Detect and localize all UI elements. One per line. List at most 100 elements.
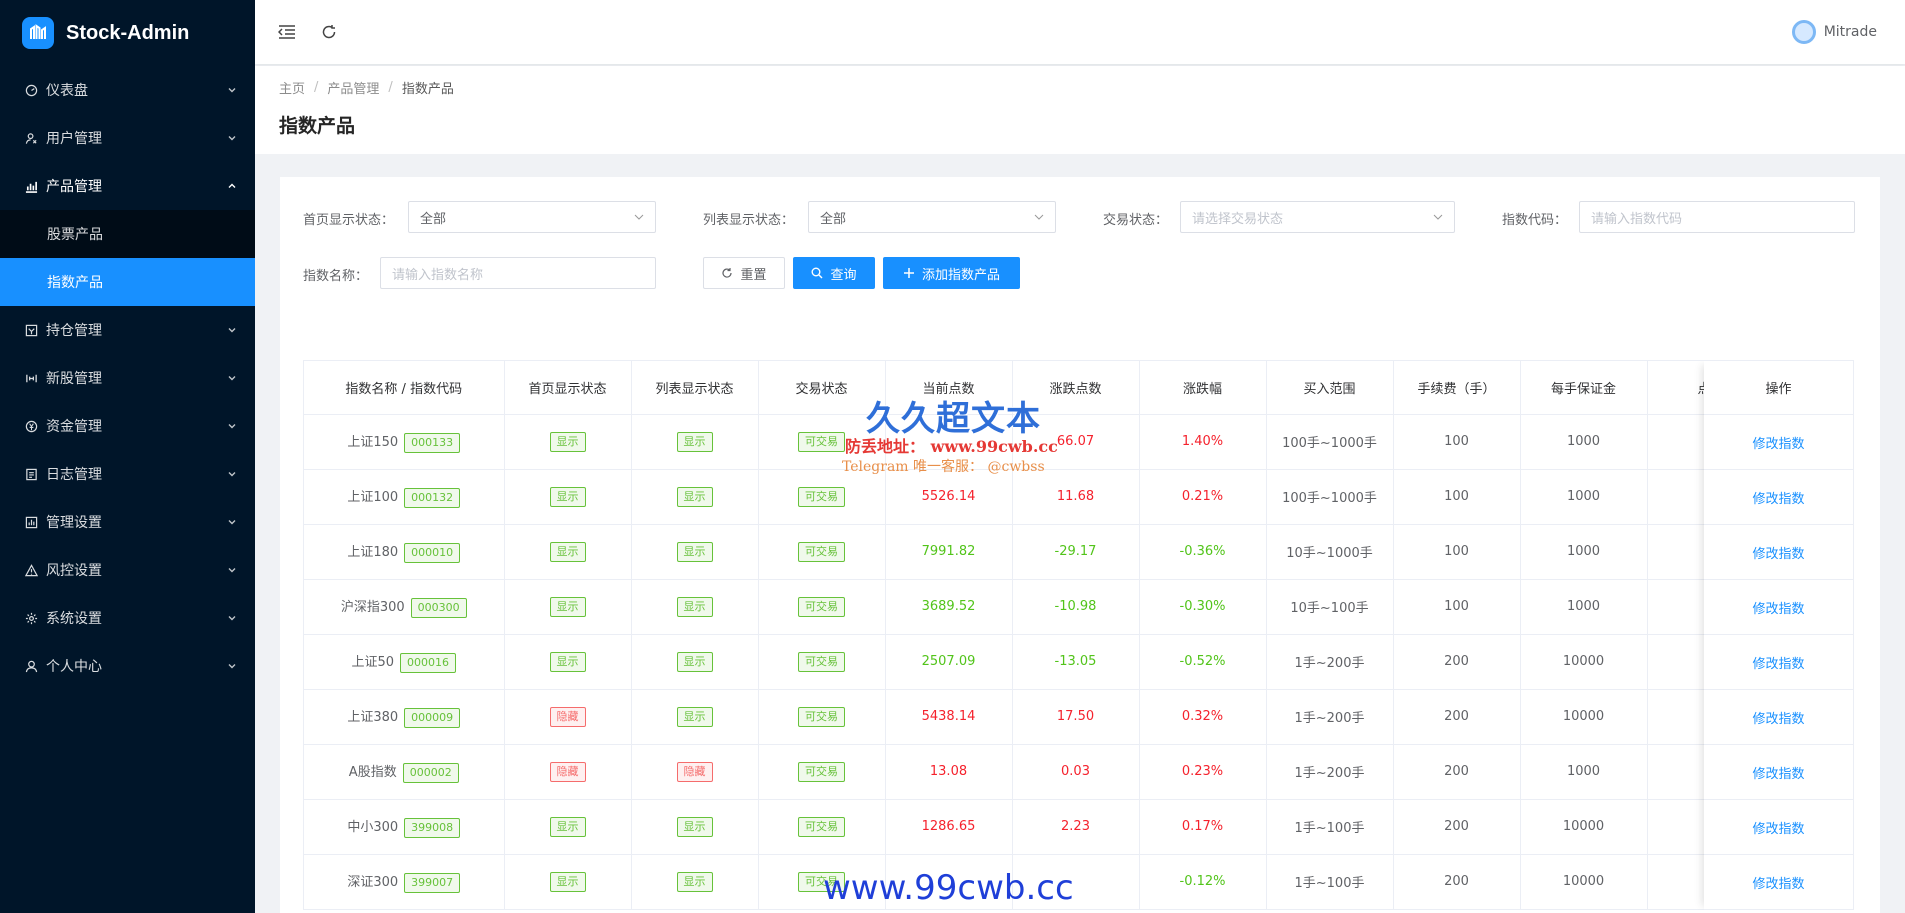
list-status-cell: 显示 [631, 799, 759, 855]
operation-cell: 修改指数 [1704, 800, 1853, 855]
index-name-input[interactable]: 请输入指数名称 [380, 257, 656, 289]
person-icon [24, 659, 38, 673]
change-percent-cell: 0.17% [1139, 799, 1267, 855]
sidebar-item[interactable]: 仪表盘 [0, 66, 255, 114]
sidebar-item[interactable]: 个人中心 [0, 642, 255, 690]
operation-cell: 修改指数 [1704, 635, 1853, 690]
user-manage-icon [24, 131, 38, 145]
sidebar-item[interactable]: 产品管理 [0, 162, 255, 210]
fee-cell: 200 [1393, 744, 1521, 800]
home-status-select[interactable]: 全部 [408, 201, 656, 233]
buy-range-cell: 100手~1000手 [1266, 414, 1394, 470]
sidebar-item-label: 个人中心 [46, 659, 102, 675]
edit-index-link[interactable]: 修改指数 [1752, 488, 1804, 507]
table-row: 上证150 000133 显示 显示 可交易 66.07 1.40% 100手~1000手 10… [304, 414, 1853, 470]
brand[interactable]: Stock-Admin [0, 0, 255, 66]
page-title: 指数产品 [279, 115, 356, 137]
change-points-cell: -10.98 [1012, 579, 1140, 635]
table-row: 中小300 399008 显示 显示 可交易 1286.65 2.23 0.17% 1手~100… [304, 799, 1853, 855]
sidebar-item[interactable]: 持仓管理 [0, 306, 255, 354]
index-name: 上证100 [347, 489, 399, 505]
user-menu[interactable]: Mitrade [1791, 20, 1877, 44]
sidebar-submenu: 股票产品 指数产品 [0, 210, 255, 306]
column-header: 首页显示状态 [504, 361, 632, 415]
edit-index-link[interactable]: 修改指数 [1752, 433, 1804, 452]
index-code-tag: 399007 [404, 872, 461, 893]
position-icon [24, 323, 38, 337]
sidebar-item[interactable]: 资金管理 [0, 402, 255, 450]
index-code-tag: 000132 [404, 487, 461, 508]
home-status-cell: 隐藏 [504, 744, 632, 800]
reset-button[interactable]: 重置 [703, 257, 785, 289]
current-price-cell: 5526.14 [885, 469, 1013, 525]
sidebar-item[interactable]: 系统设置 [0, 594, 255, 642]
index-name: 上证380 [347, 709, 399, 725]
refresh-icon[interactable] [319, 22, 339, 42]
list-status-cell: 显示 [631, 689, 759, 745]
column-header: 指数名称 / 指数代码 [304, 361, 505, 415]
add-index-button[interactable]: 添加指数产品 [883, 257, 1020, 289]
name-cell: 上证100 000132 [304, 469, 505, 525]
sidebar-item[interactable]: 日志管理 [0, 450, 255, 498]
margin-cell: 10000 [1520, 634, 1648, 690]
edit-index-link[interactable]: 修改指数 [1752, 818, 1804, 837]
list-status-tag: 显示 [676, 871, 713, 892]
breadcrumb-parent[interactable]: 产品管理 [327, 78, 379, 97]
buy-range-cell: 10手~1000手 [1266, 524, 1394, 580]
home-status-cell: 显示 [504, 799, 632, 855]
buy-range-cell: 1手~200手 [1266, 744, 1394, 800]
change-points-cell: 0.03 [1012, 744, 1140, 800]
plus-icon [903, 267, 915, 279]
edit-index-link[interactable]: 修改指数 [1752, 763, 1804, 782]
edit-index-link[interactable]: 修改指数 [1752, 598, 1804, 617]
buy-range-cell: 1手~100手 [1266, 799, 1394, 855]
edit-index-link[interactable]: 修改指数 [1752, 653, 1804, 672]
home-status-tag: 显示 [549, 486, 586, 507]
collapse-menu-icon[interactable] [277, 22, 297, 42]
trade-status-label: 交易状态： [1103, 213, 1169, 228]
filter-form: 首页显示状态： 全部 列表显示状态： 全部 交易状态： 请选择交易状态 指数代码… [280, 177, 1880, 289]
current-price-cell: 13.08 [885, 744, 1013, 800]
sidebar-subitem[interactable]: 股票产品 [0, 210, 255, 258]
sidebar-item[interactable]: 用户管理 [0, 114, 255, 162]
fee-cell: 200 [1393, 854, 1521, 910]
home-status-tag: 显示 [549, 596, 586, 617]
buy-range-cell: 1手~200手 [1266, 634, 1394, 690]
list-status-cell: 显示 [631, 524, 759, 580]
trade-status-tag: 可交易 [798, 651, 845, 672]
edit-index-link[interactable]: 修改指数 [1752, 873, 1804, 892]
sidebar-subitem[interactable]: 指数产品 [0, 258, 255, 306]
search-button[interactable]: 查询 [793, 257, 875, 289]
current-price-cell [885, 854, 1013, 910]
breadcrumb-home[interactable]: 主页 [279, 78, 305, 97]
list-status-tag: 显示 [676, 541, 713, 562]
trade-status-cell: 可交易 [758, 634, 886, 690]
sidebar-item-label: 风控设置 [46, 563, 102, 579]
sidebar-item[interactable]: 风控设置 [0, 546, 255, 594]
operation-cell: 修改指数 [1704, 855, 1853, 910]
index-code-tag: 000300 [410, 597, 467, 618]
list-status-tag: 显示 [676, 596, 713, 617]
index-code-tag: 000010 [404, 542, 461, 563]
sidebar-item[interactable]: 新股管理 [0, 354, 255, 402]
change-percent-cell: 0.21% [1139, 469, 1267, 525]
index-code-input[interactable]: 请输入指数代码 [1579, 201, 1855, 233]
reset-icon [721, 267, 733, 279]
fee-cell: 200 [1393, 799, 1521, 855]
trade-status-cell: 可交易 [758, 414, 886, 470]
name-cell: A股指数 000002 [304, 744, 505, 800]
index-name: A股指数 [348, 764, 397, 780]
margin-cell: 1000 [1520, 579, 1648, 635]
edit-index-link[interactable]: 修改指数 [1752, 543, 1804, 562]
trade-status-select[interactable]: 请选择交易状态 [1180, 201, 1455, 233]
trade-status-cell: 可交易 [758, 524, 886, 580]
fee-cell: 100 [1393, 524, 1521, 580]
warning-icon [24, 563, 38, 577]
edit-index-link[interactable]: 修改指数 [1752, 708, 1804, 727]
list-status-select[interactable]: 全部 [808, 201, 1056, 233]
name-cell: 上证50 000016 [304, 634, 505, 690]
home-status-tag: 隐藏 [549, 706, 586, 727]
fee-cell: 200 [1393, 634, 1521, 690]
sidebar-item[interactable]: 管理设置 [0, 498, 255, 546]
index-code-label: 指数代码： [1502, 213, 1568, 228]
